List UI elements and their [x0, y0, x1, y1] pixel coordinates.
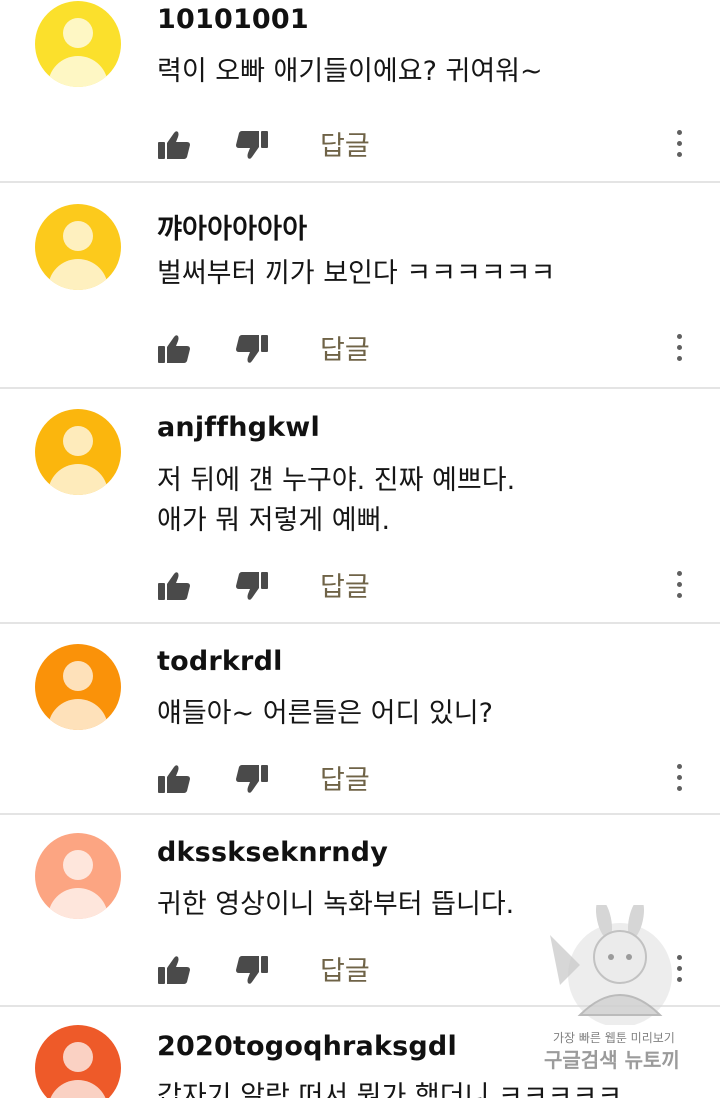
comment-text: 갑자기 알람 떠서 뭔가 했더니 ㅋㅋㅋㅋㅋ: [157, 1081, 623, 1098]
comment-username[interactable]: anjffhgkwl: [157, 412, 320, 443]
comment-username[interactable]: todrkrdl: [157, 646, 283, 677]
comment-actions: 답글: [157, 124, 702, 164]
thumbs-down-icon[interactable]: [235, 955, 269, 985]
comment-item: 2020togoqhraksgdl 갑자기 알람 떠서 뭔가 했더니 ㅋㅋㅋㅋㅋ: [0, 1005, 720, 1098]
comment-actions: 답글: [157, 949, 702, 989]
reply-button[interactable]: 답글: [320, 758, 370, 797]
avatar[interactable]: [35, 1, 121, 87]
comment-username[interactable]: 꺄아아아아아: [157, 207, 307, 246]
comment-username[interactable]: 2020togoqhraksgdl: [157, 1031, 457, 1062]
comment-text: 력이 오빠 애기들이에요? 귀여워~: [157, 56, 543, 87]
comment-text: 저 뒤에 걘 누구야. 진짜 예쁘다. 애가 뭐 저렇게 예뻐.: [157, 465, 516, 536]
comment-item: 꺄아아아아아 벌써부터 끼가 보인다 ㅋㅋㅋㅋㅋㅋ 답글: [0, 181, 720, 387]
comment-username[interactable]: 10101001: [157, 4, 309, 35]
avatar[interactable]: [35, 1025, 121, 1098]
comment-item: dksskseknrndy 귀한 영상이니 녹화부터 뜹니다. 답글: [0, 813, 720, 1005]
vertical-dots-icon[interactable]: [674, 332, 684, 364]
vertical-dots-icon[interactable]: [674, 953, 684, 985]
avatar[interactable]: [35, 833, 121, 919]
thumbs-up-icon[interactable]: [157, 955, 191, 985]
reply-button[interactable]: 답글: [320, 328, 370, 367]
vertical-dots-icon[interactable]: [674, 128, 684, 160]
thumbs-down-icon[interactable]: [235, 130, 269, 160]
comment-item: todrkrdl 얘들아~ 어른들은 어디 있니? 답글: [0, 622, 720, 813]
comment-text: 귀한 영상이니 녹화부터 뜹니다.: [157, 889, 515, 920]
comment-item: anjffhgkwl 저 뒤에 걘 누구야. 진짜 예쁘다. 애가 뭐 저렇게 …: [0, 387, 720, 622]
comment-text: 벌써부터 끼가 보인다 ㅋㅋㅋㅋㅋㅋ: [157, 258, 556, 289]
thumbs-down-icon[interactable]: [235, 764, 269, 794]
comment-text: 얘들아~ 어른들은 어디 있니?: [157, 698, 493, 729]
vertical-dots-icon[interactable]: [674, 569, 684, 601]
avatar[interactable]: [35, 644, 121, 730]
thumbs-up-icon[interactable]: [157, 334, 191, 364]
comment-actions: 답글: [157, 758, 702, 798]
reply-button[interactable]: 답글: [320, 124, 370, 163]
thumbs-down-icon[interactable]: [235, 571, 269, 601]
thumbs-up-icon[interactable]: [157, 571, 191, 601]
avatar[interactable]: [35, 409, 121, 495]
comment-item: 10101001 력이 오빠 애기들이에요? 귀여워~ 답글: [0, 0, 720, 181]
comment-actions: 답글: [157, 328, 702, 368]
thumbs-down-icon[interactable]: [235, 334, 269, 364]
thumbs-up-icon[interactable]: [157, 764, 191, 794]
comment-username[interactable]: dksskseknrndy: [157, 837, 388, 868]
avatar[interactable]: [35, 204, 121, 290]
reply-button[interactable]: 답글: [320, 565, 370, 604]
reply-button[interactable]: 답글: [320, 949, 370, 988]
comment-actions: 답글: [157, 565, 702, 605]
thumbs-up-icon[interactable]: [157, 130, 191, 160]
vertical-dots-icon[interactable]: [674, 762, 684, 794]
